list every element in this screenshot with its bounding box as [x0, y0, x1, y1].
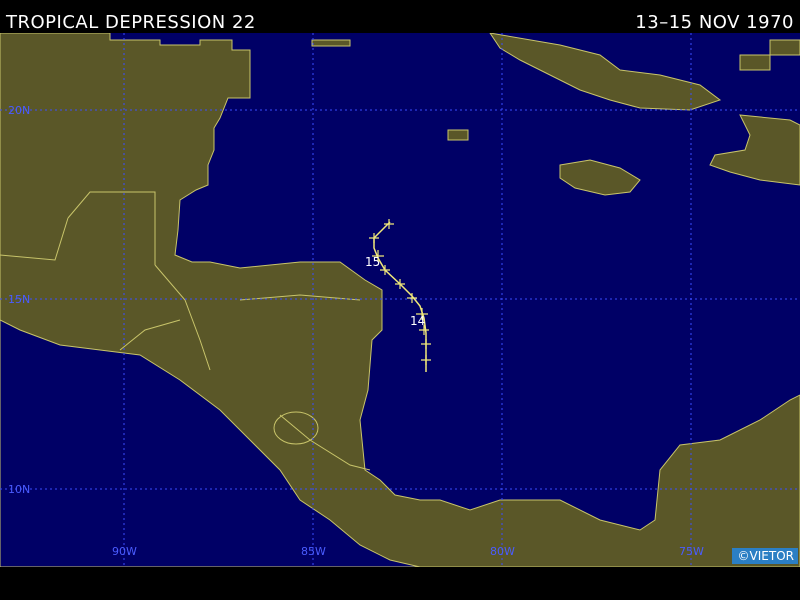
storm-track-map: 20N 15N 10N 90W 85W 80W 75W 15 14: [0, 33, 800, 567]
credit-badge: ©VIETOR: [731, 548, 798, 564]
map-date-range: 13–15 NOV 1970: [635, 12, 794, 33]
lon-label-75w: 75W: [679, 545, 704, 558]
land-cayman: [447, 129, 469, 141]
lat-label-15n: 15N: [8, 293, 30, 306]
track-day-label-15: 15: [365, 255, 380, 269]
land-bahamas: [739, 54, 771, 71]
track-day-label-14: 14: [410, 314, 425, 328]
map-title: TROPICAL DEPRESSION 22: [6, 12, 256, 33]
land-isle-of-youth: [311, 39, 351, 47]
land-bahamas-2: [769, 39, 800, 56]
lon-label-85w: 85W: [301, 545, 326, 558]
lon-label-90w: 90W: [112, 545, 137, 558]
lon-label-80w: 80W: [490, 545, 515, 558]
lat-label-20n: 20N: [8, 104, 30, 117]
lat-label-10n: 10N: [8, 483, 30, 496]
